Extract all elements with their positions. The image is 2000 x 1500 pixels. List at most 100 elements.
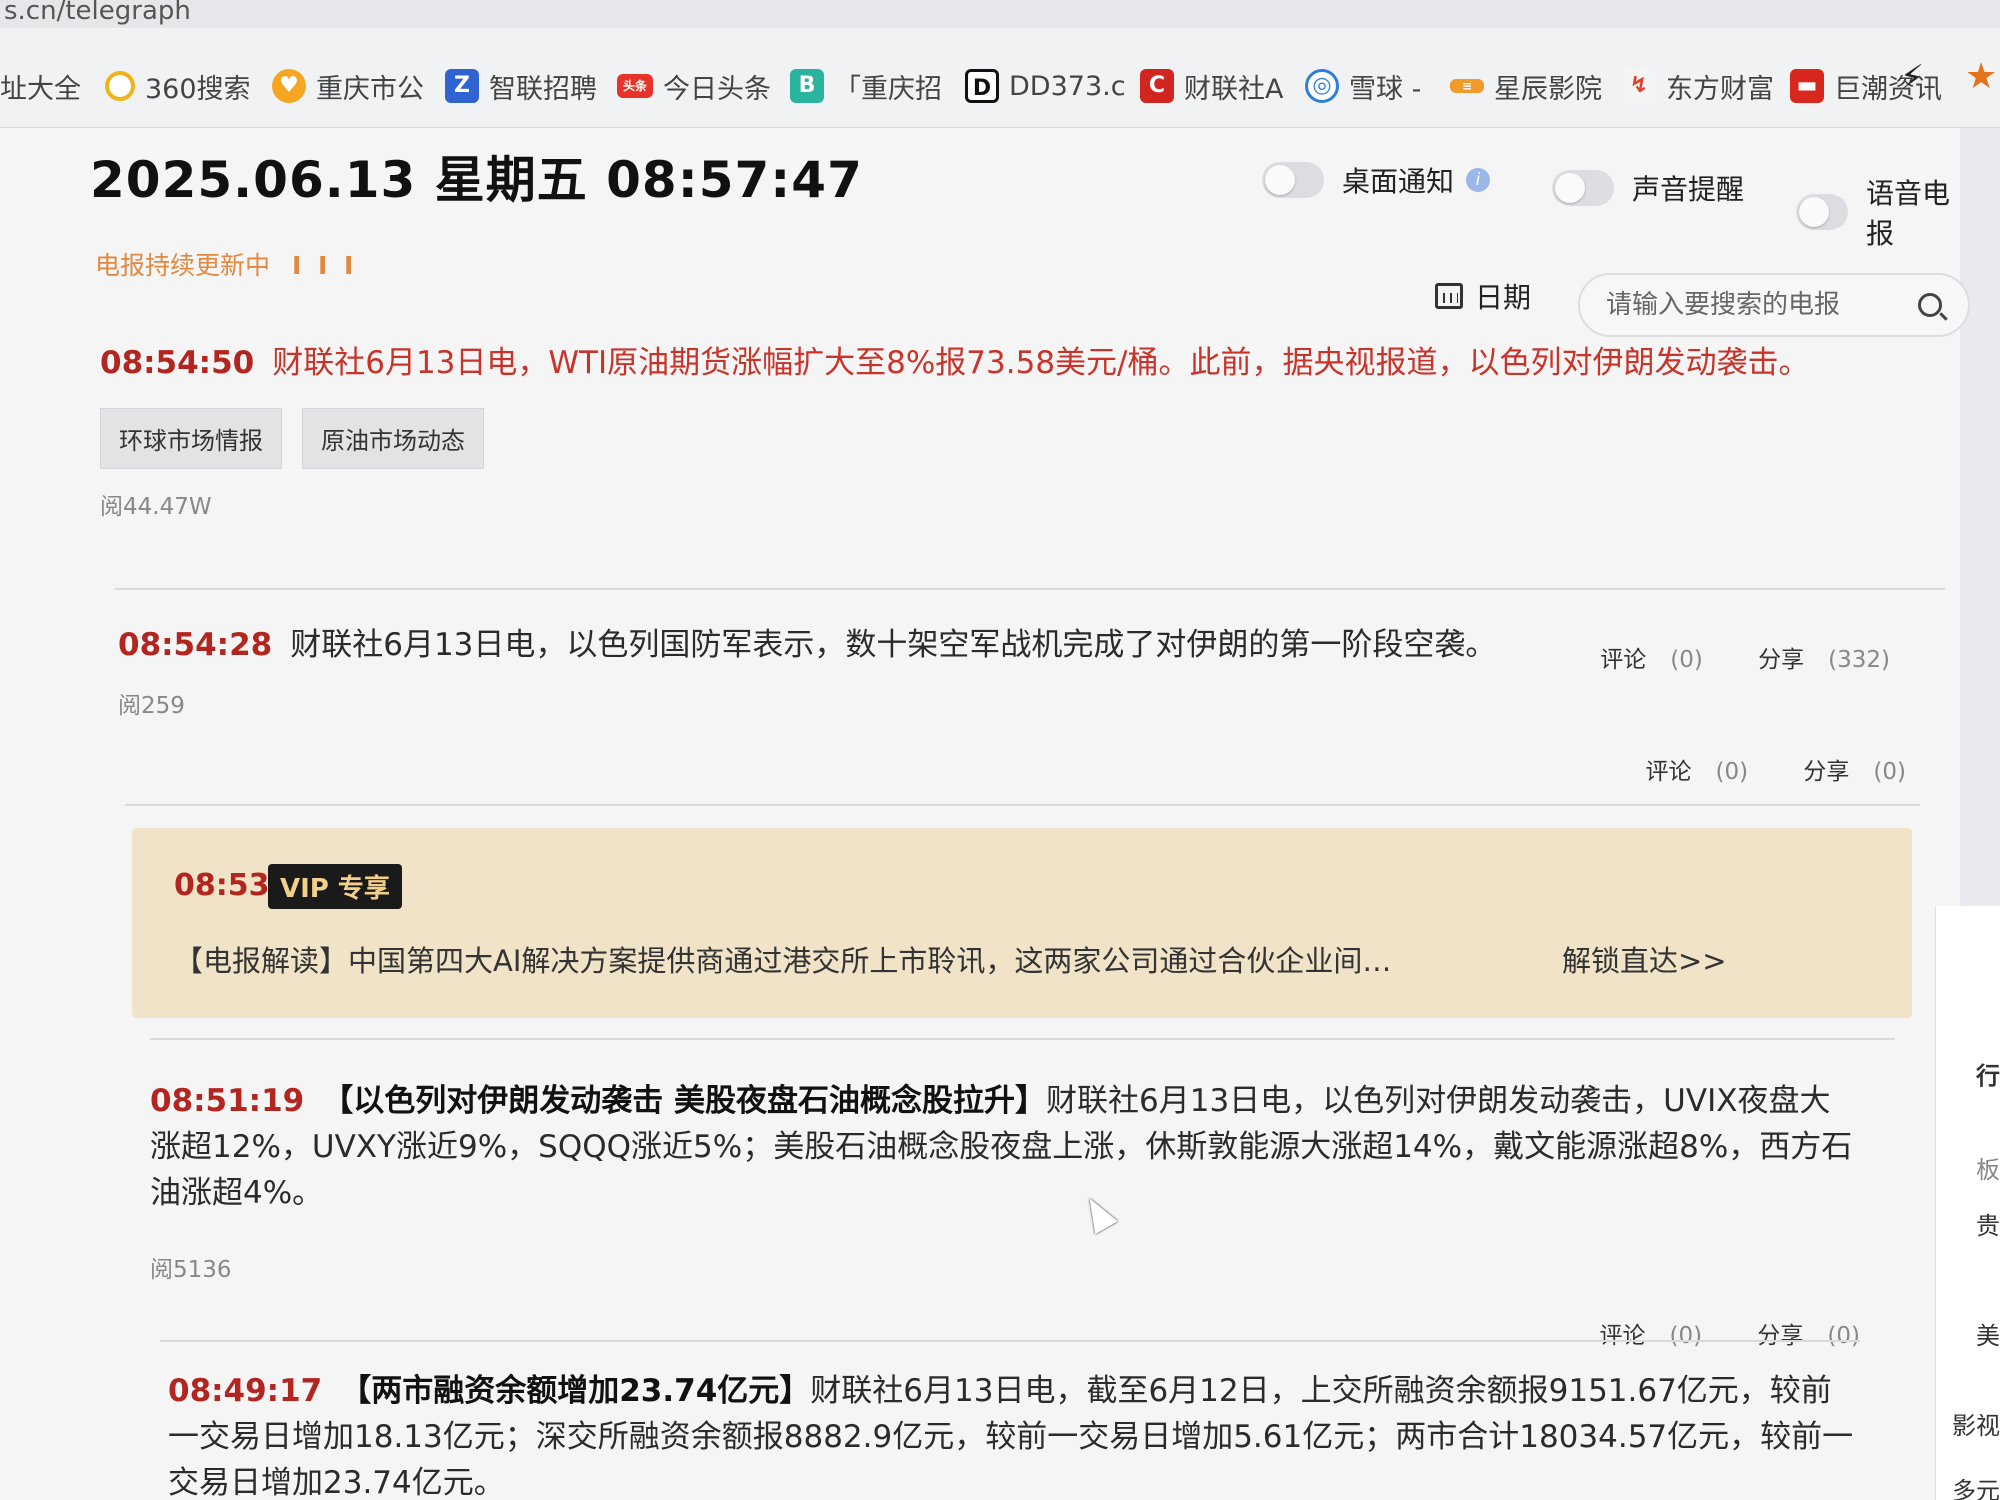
sidebar-item[interactable]: 贵 <box>1935 1206 2000 1241</box>
vip-time: 08:53 <box>174 868 270 903</box>
sidebar-item[interactable]: 多元 <box>1935 1471 2000 1500</box>
bookmark-xingchen[interactable]: ≡ 星辰影院 <box>1450 66 1602 106</box>
date-label: 日期 <box>1475 281 1532 314</box>
c-icon: C <box>1140 69 1174 103</box>
divider <box>125 804 1920 806</box>
news-time: 08:54:50 <box>100 345 255 381</box>
read-count: 阅259 <box>118 693 185 719</box>
bookmark-eastmoney[interactable]: ↯ 东方财富 <box>1622 66 1774 106</box>
xingchen-icon: ≡ <box>1450 79 1484 93</box>
vip-text: 【电报解读】中国第四大AI解决方案提供商通过港交所上市聆讯，这两家公司通过合伙企… <box>174 944 1392 978</box>
news-headline[interactable]: 08:54:28 财联社6月13日电，以色列国防军表示，数十架空军战机完成了对伊朗… <box>118 622 1958 668</box>
date-picker-button[interactable]: 日期 <box>1435 276 1531 316</box>
sidebar-item[interactable]: 美 <box>1935 1316 2000 1351</box>
comment-label: 评论 <box>1599 1323 1646 1349</box>
vip-badge: VIP 专享 <box>268 864 402 909</box>
bookmark-label: 雪球 - <box>1349 73 1422 105</box>
divider <box>150 1038 1895 1040</box>
bookmark-chongqing[interactable]: ♥ 重庆市公 <box>272 66 424 106</box>
news-item: 08:49:17 【两市融资余额增加23.74亿元】财联社6月13日电，截至6月1… <box>168 1368 1858 1500</box>
360-icon <box>105 71 135 101</box>
divider <box>115 588 1945 590</box>
bookmarks-bar: 址大全 360搜索 ♥ 重庆市公 Z 智联招聘 头条 今日头条 B 「重庆招 D… <box>0 28 2000 128</box>
bookmark-label: 址大全 <box>0 73 81 105</box>
eastmoney-icon: ↯ <box>1622 69 1656 103</box>
news-body: 财联社6月13日电，以色列国防军表示，数十架空军战机完成了对伊朗的第一阶段空袭。 <box>290 627 1497 663</box>
bookmark-dd373[interactable]: D DD373.c <box>965 66 1126 106</box>
bookmark-360-search[interactable]: 360搜索 <box>105 66 251 106</box>
search-icon[interactable] <box>1918 293 1942 317</box>
d-icon: D <box>965 69 999 103</box>
address-bar[interactable]: s.cn/telegraph <box>0 0 2000 28</box>
bookmark-label: 「重庆招 <box>834 73 942 105</box>
telegraph-page: 2025.06.13 星期五 08:57:47 桌面通知 i 声音提醒 语音电报… <box>0 128 2000 1500</box>
news-item: 08:54:50 财联社6月13日电，WTI原油期货涨幅扩大至8%报73.58美元… <box>100 340 1940 673</box>
share-button[interactable]: 分享 (0) <box>1733 1323 1860 1349</box>
toggle-switch[interactable] <box>1796 194 1849 230</box>
zhilian-icon: Z <box>445 69 479 103</box>
xueqiu-icon: ◎ <box>1305 69 1339 103</box>
news-title: 【以色列对伊朗发动袭击 美股夜盘石油概念股拉升】 <box>322 1083 1047 1119</box>
chongqing-icon: ♥ <box>272 69 306 103</box>
tag-crude-oil[interactable]: 原油市场动态 <box>302 408 484 469</box>
news-item: 08:54:28 财联社6月13日电，以色列国防军表示，数十架空军战机完成了对伊朗… <box>118 622 1958 785</box>
lightning-icon[interactable]: ⚡ <box>1900 58 1924 98</box>
calendar-icon <box>1435 283 1463 309</box>
bookmark-label: 360搜索 <box>145 73 251 105</box>
comment-label: 评论 <box>1645 759 1692 785</box>
juchao-icon: ▬ <box>1790 69 1824 103</box>
share-count: (0) <box>1873 759 1906 785</box>
toggle-switch[interactable] <box>1262 162 1324 198</box>
bookmark-chongqing-recruit[interactable]: B 「重庆招 <box>790 66 942 106</box>
read-count: 阅44.47W <box>100 494 212 520</box>
comment-count: (0) <box>1669 1323 1703 1349</box>
comment-button[interactable]: 评论 (0) <box>1576 1323 1703 1349</box>
sound-alert-toggle[interactable]: 声音提醒 <box>1552 168 1744 208</box>
toutiao-icon: 头条 <box>617 74 653 98</box>
comment-button[interactable]: 评论 (0) <box>1622 759 1749 785</box>
bookmark-site-directory[interactable]: 址大全 <box>0 66 81 106</box>
divider <box>160 1340 1860 1342</box>
info-icon[interactable]: i <box>1466 168 1491 192</box>
bookmark-toutiao[interactable]: 头条 今日头条 <box>617 66 771 106</box>
tag-list: 环球市场情报 原油市场动态 <box>100 408 1940 469</box>
tag-global-market[interactable]: 环球市场情报 <box>100 408 282 469</box>
search-input[interactable] <box>1606 290 1906 320</box>
news-headline[interactable]: 08:49:17 【两市融资余额增加23.74亿元】财联社6月13日电，截至6月1… <box>168 1368 1858 1500</box>
news-time: 08:49:17 <box>168 1373 323 1409</box>
b-icon: B <box>790 69 824 103</box>
share-button[interactable]: 分享 (0) <box>1779 759 1906 785</box>
comment-count: (0) <box>1715 759 1749 785</box>
bookmark-label: 今日头条 <box>663 73 771 105</box>
toggle-label: 桌面通知 <box>1342 165 1455 198</box>
news-actions: 评论 (0) 分享 (0) <box>1552 1316 1861 1350</box>
bookmark-label: 星辰影院 <box>1494 73 1602 105</box>
live-status: 电报持续更新中 I I I <box>95 246 357 282</box>
news-headline[interactable]: 08:54:50 财联社6月13日电，WTI原油期货涨幅扩大至8%报73.58美元… <box>100 340 1940 386</box>
news-headline[interactable]: 08:51:19 【以色列对伊朗发动袭击 美股夜盘石油概念股拉升】财联社6月13日… <box>150 1078 1860 1216</box>
live-indicator-icon: I I I <box>291 251 358 280</box>
bookmark-zhilian[interactable]: Z 智联招聘 <box>445 66 597 106</box>
toggle-switch[interactable] <box>1552 170 1614 206</box>
vip-card[interactable]: 08:53 VIP 专享 【电报解读】中国第四大AI解决方案提供商通过港交所上市… <box>132 828 1912 1018</box>
search-box[interactable] <box>1578 273 1970 337</box>
desktop-notify-toggle[interactable]: 桌面通知 i <box>1262 160 1491 200</box>
bookmark-xueqiu[interactable]: ◎ 雪球 - <box>1305 66 1421 106</box>
share-count: (0) <box>1827 1323 1860 1349</box>
news-title: 【两市融资余额增加23.74亿元】 <box>340 1373 811 1409</box>
star-icon[interactable]: ★ <box>1965 56 1997 97</box>
bookmark-label: 智联招聘 <box>489 73 597 105</box>
unlock-link[interactable]: 解锁直达>> <box>1562 938 1727 980</box>
news-actions: 评论 (0) 分享 (0) <box>1598 752 1907 786</box>
sidebar-item[interactable]: 行 <box>1935 1056 2000 1091</box>
bookmark-label: 东方财富 <box>1666 73 1774 105</box>
bookmark-cailianshe[interactable]: C 财联社A <box>1140 66 1283 106</box>
read-count: 阅5136 <box>150 1257 232 1283</box>
share-label: 分享 <box>1757 1323 1804 1349</box>
sidebar-item[interactable]: 影视 <box>1935 1406 2000 1441</box>
voice-telegraph-toggle[interactable]: 语音电报 <box>1796 172 1960 252</box>
sidebar-item[interactable]: 板 <box>1935 1150 2000 1185</box>
toggle-label: 声音提醒 <box>1632 173 1745 206</box>
bookmark-label: DD373.c <box>1009 70 1126 102</box>
url-text: s.cn/telegraph <box>4 0 191 26</box>
